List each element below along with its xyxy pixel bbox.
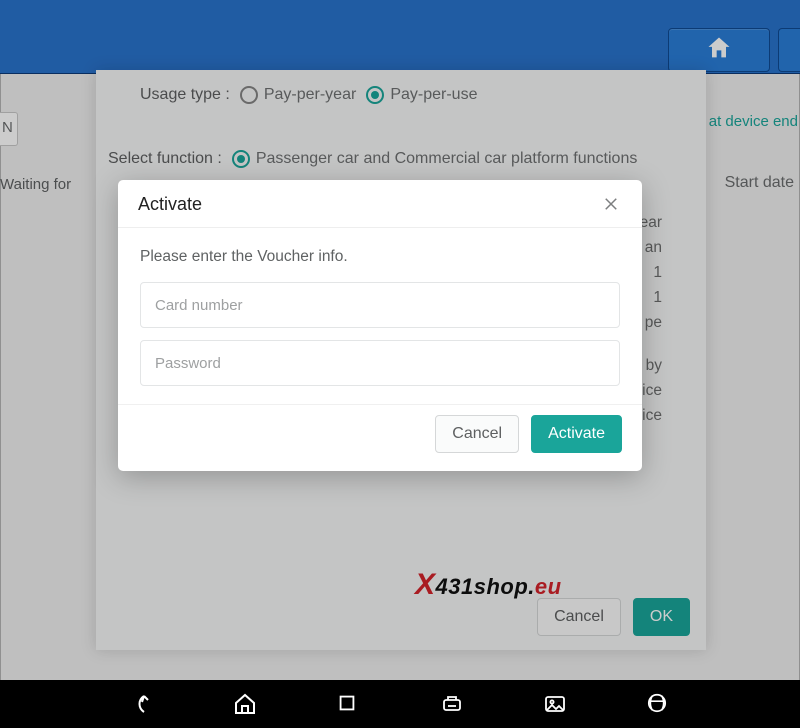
modal-activate-button[interactable]: Activate [531,415,622,453]
close-button[interactable] [602,195,622,215]
card-number-input[interactable] [140,282,620,328]
modal-actions: Cancel Activate [118,404,642,471]
home-nav-icon[interactable] [233,692,257,716]
android-navbar [0,680,800,728]
close-icon [602,200,620,217]
recents-icon[interactable] [336,692,360,716]
modal-body: Please enter the Voucher info. [118,228,642,404]
browser-icon[interactable] [646,692,670,716]
password-input[interactable] [140,340,620,386]
vci-icon[interactable] [440,692,464,716]
activate-modal: Activate Please enter the Voucher info. … [118,180,642,471]
modal-header: Activate [118,180,642,228]
modal-title: Activate [138,194,202,215]
modal-message: Please enter the Voucher info. [140,248,620,266]
back-icon[interactable] [130,692,154,716]
screenshot-icon[interactable] [543,692,567,716]
modal-cancel-button[interactable]: Cancel [435,415,519,453]
